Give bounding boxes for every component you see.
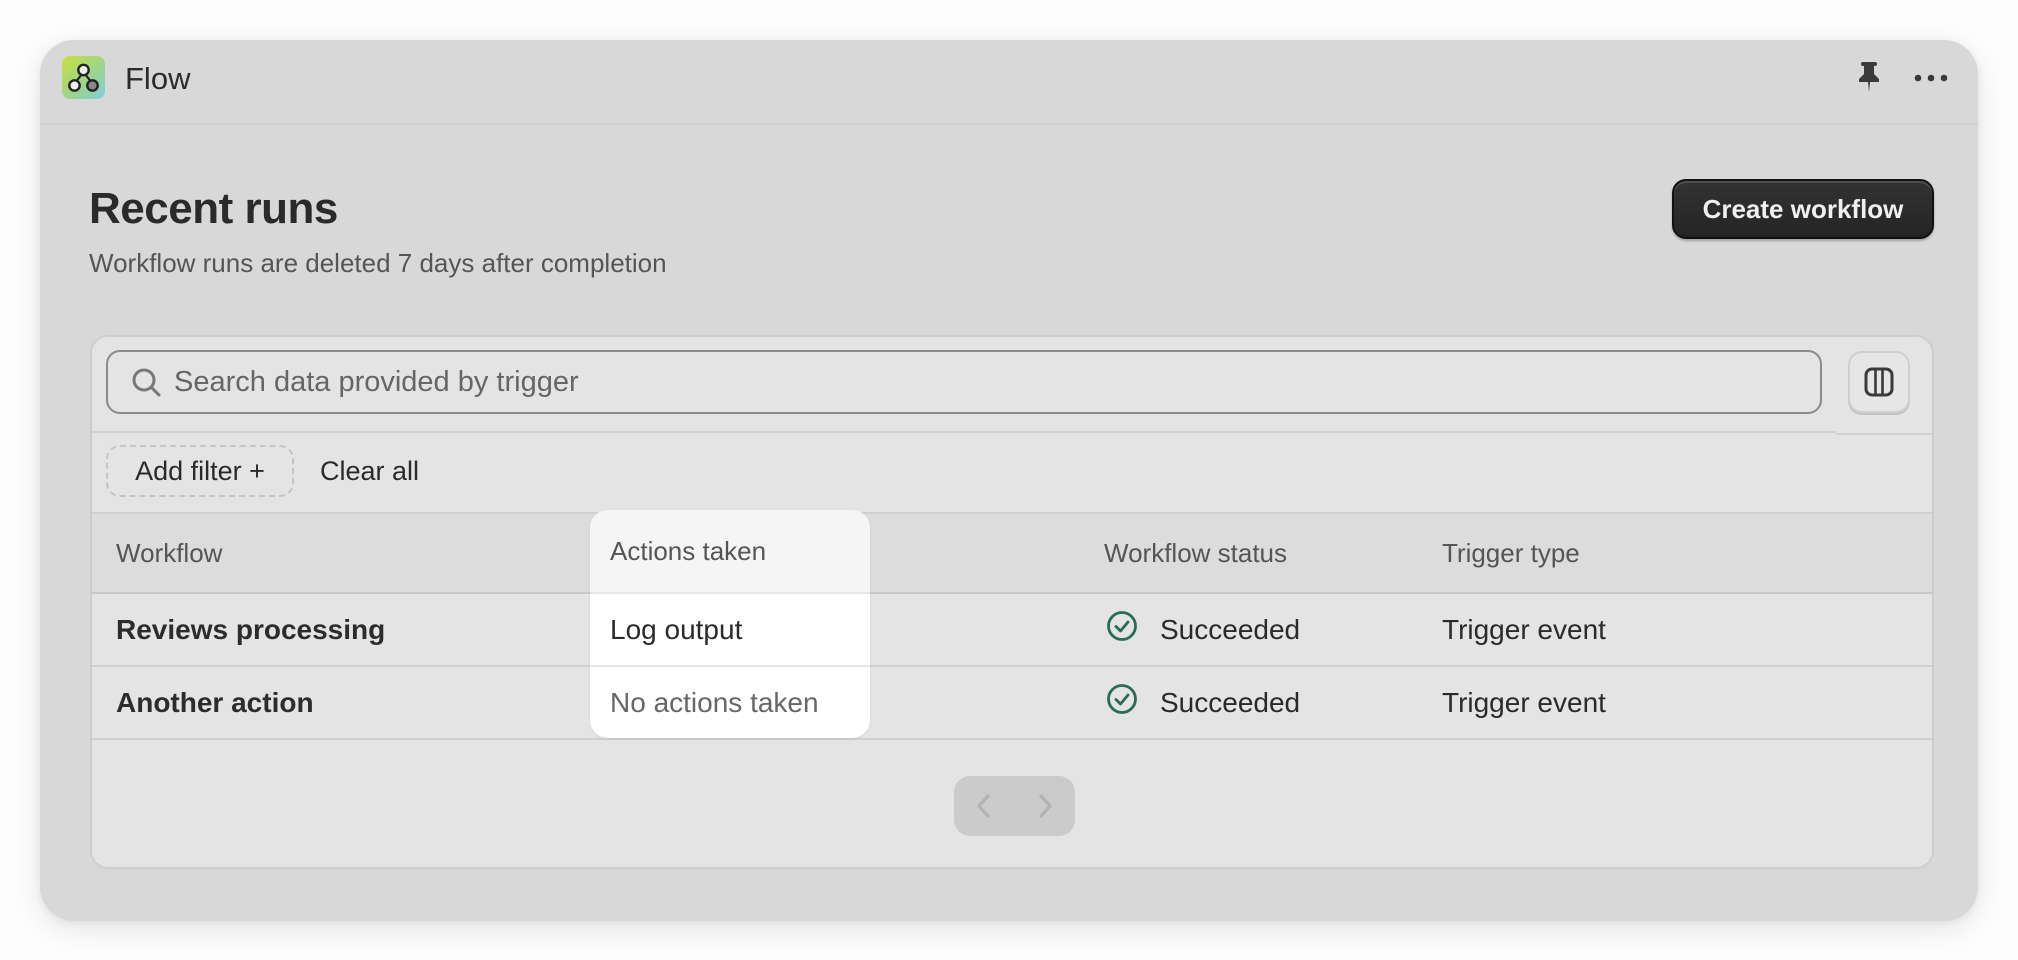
status-label: Succeeded — [1160, 686, 1301, 718]
check-circle-icon — [1106, 683, 1138, 722]
divider — [92, 431, 1836, 433]
more-horizontal-icon[interactable] — [1913, 66, 1949, 90]
workflow-name: Reviews processing — [116, 613, 386, 645]
workflow-status: Succeeded — [1104, 594, 1300, 665]
app-window: Flow Recent runs Workflow runs are delet… — [40, 40, 1978, 921]
column-header-actions-taken[interactable]: Actions taken — [590, 510, 870, 594]
column-header-label: Actions taken — [610, 535, 767, 566]
search-icon — [132, 368, 161, 397]
previous-page-button[interactable] — [954, 776, 1014, 836]
app-name: Flow — [125, 61, 191, 96]
runs-card: Add filter + Clear all Workflow Workflow… — [90, 335, 1934, 869]
page-title: Recent runs — [89, 184, 338, 233]
columns-icon — [1864, 367, 1894, 397]
chevron-left-icon — [977, 794, 990, 818]
page-subtitle: Workflow runs are deleted 7 days after c… — [89, 248, 667, 278]
title-bar: Flow — [40, 40, 1978, 125]
columns-button[interactable] — [1848, 351, 1910, 413]
check-circle-icon — [1106, 610, 1138, 649]
actions-taken-value: Log output — [610, 613, 743, 645]
column-header-workflow[interactable]: Workflow — [116, 514, 222, 592]
table-header: Workflow Workflow status Trigger type — [92, 512, 1932, 594]
next-page-button[interactable] — [1015, 776, 1075, 836]
clear-all-button[interactable]: Clear all — [320, 445, 419, 497]
actions-cell: Log output — [590, 594, 870, 667]
column-header-trigger-type[interactable]: Trigger type — [1442, 514, 1580, 592]
add-filter-button[interactable]: Add filter + — [106, 445, 294, 497]
workflow-status: Succeeded — [1104, 667, 1300, 738]
chevron-right-icon — [1039, 794, 1052, 818]
flow-logo-icon — [62, 56, 105, 99]
actions-taken-column-highlight: Actions taken Log output No actions take… — [590, 510, 870, 738]
create-workflow-button[interactable]: Create workflow — [1672, 179, 1934, 239]
trigger-type: Trigger event — [1442, 613, 1606, 645]
divider — [1836, 433, 1932, 435]
column-header-workflow-status[interactable]: Workflow status — [1104, 514, 1287, 592]
trigger-type: Trigger event — [1442, 686, 1606, 718]
actions-taken-value: No actions taken — [610, 686, 819, 718]
status-label: Succeeded — [1160, 613, 1301, 645]
workflow-name: Another action — [116, 686, 314, 718]
pagination — [954, 776, 1075, 836]
search-field[interactable] — [106, 350, 1822, 414]
search-input[interactable] — [174, 352, 1794, 412]
table-row[interactable]: Reviews processing Succeeded Trigger eve… — [92, 594, 1932, 667]
table-row[interactable]: Another action Succeeded Trigger event — [92, 667, 1932, 740]
pin-icon[interactable] — [1855, 60, 1883, 94]
actions-cell: No actions taken — [590, 667, 870, 738]
